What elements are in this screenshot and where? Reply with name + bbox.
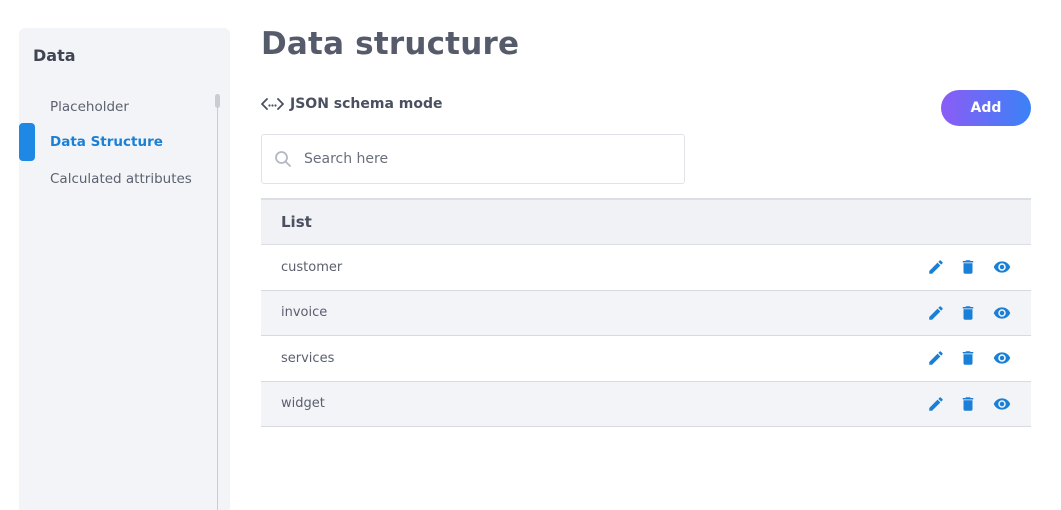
trash-icon[interactable]: [959, 258, 977, 276]
sidebar-title: Data: [33, 46, 76, 65]
row-name: invoice: [281, 305, 328, 321]
table-row[interactable]: services: [261, 336, 1031, 382]
eye-icon[interactable]: [991, 349, 1013, 367]
search-input[interactable]: [304, 147, 664, 171]
add-button[interactable]: Add: [941, 90, 1031, 126]
trash-icon[interactable]: [959, 349, 977, 367]
data-structure-table: List customer invoice services widget: [261, 198, 1031, 427]
pencil-icon[interactable]: [927, 304, 945, 322]
eye-icon[interactable]: [991, 258, 1013, 276]
search-box: [261, 134, 685, 184]
row-name: services: [281, 350, 335, 366]
page-title: Data structure: [261, 26, 520, 62]
row-actions: [927, 304, 1013, 322]
sidebar-active-marker: [19, 123, 35, 161]
sidebar-scrollbar[interactable]: [215, 94, 220, 108]
code-brackets-icon: [261, 97, 284, 111]
row-name: widget: [281, 396, 325, 412]
table-row[interactable]: customer: [261, 245, 1031, 291]
sidebar-item-data-structure[interactable]: Data Structure: [50, 134, 163, 150]
trash-icon[interactable]: [959, 304, 977, 322]
row-name: customer: [281, 259, 343, 275]
pencil-icon[interactable]: [927, 395, 945, 413]
eye-icon[interactable]: [991, 395, 1013, 413]
json-schema-mode-label: JSON schema mode: [290, 96, 443, 112]
table-header: List: [261, 198, 1031, 245]
pencil-icon[interactable]: [927, 349, 945, 367]
row-actions: [927, 395, 1013, 413]
row-actions: [927, 258, 1013, 276]
eye-icon[interactable]: [991, 304, 1013, 322]
sidebar-item-calculated-attributes[interactable]: Calculated attributes: [50, 171, 192, 187]
pencil-icon[interactable]: [927, 258, 945, 276]
json-schema-mode-toggle[interactable]: JSON schema mode: [261, 96, 443, 112]
search-icon: [274, 150, 292, 172]
row-actions: [927, 349, 1013, 367]
sidebar-divider: [217, 94, 218, 510]
sidebar-item-placeholder[interactable]: Placeholder: [50, 99, 129, 115]
table-row[interactable]: widget: [261, 381, 1031, 427]
table-row[interactable]: invoice: [261, 290, 1031, 336]
trash-icon[interactable]: [959, 395, 977, 413]
